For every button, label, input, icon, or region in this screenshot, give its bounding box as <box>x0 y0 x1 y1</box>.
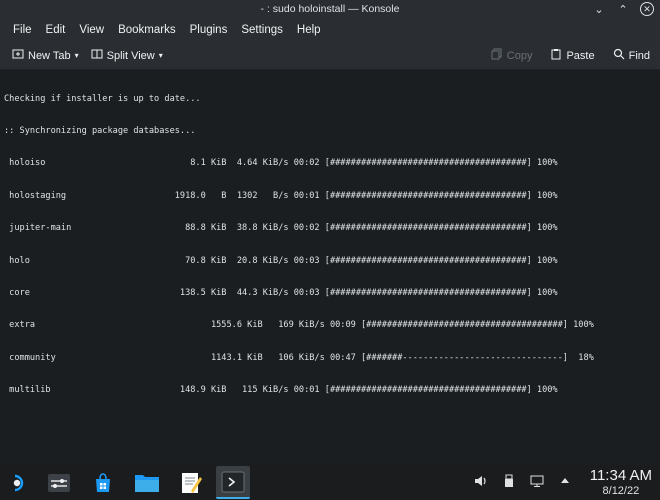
menu-plugins[interactable]: Plugins <box>183 24 235 36</box>
terminal-line: holo 70.8 KiB 20.8 KiB/s 00:03 [########… <box>4 255 558 266</box>
steam-deck-icon <box>13 474 24 491</box>
minimize-icon[interactable]: ⌄ <box>592 2 606 16</box>
window-titlebar: - : sudo holoinstall — Konsole ⌄ ⌃ ✕ <box>0 0 660 18</box>
taskbar: 11:34 AM 8/12/22 <box>0 465 660 500</box>
terminal-line: extra 1555.6 KiB 169 KiB/s 00:09 [######… <box>4 320 594 331</box>
menu-bookmarks[interactable]: Bookmarks <box>111 24 183 36</box>
new-tab-icon <box>12 48 24 63</box>
task-system-settings[interactable] <box>42 466 76 499</box>
copy-label: Copy <box>506 49 533 62</box>
clock[interactable]: 11:34 AM 8/12/22 <box>590 468 652 497</box>
paste-button[interactable]: Paste <box>544 48 600 63</box>
terminal-line: community 1143.1 KiB 106 KiB/s 00:47 [##… <box>4 352 594 363</box>
search-icon <box>613 48 625 63</box>
removable-device-icon[interactable] <box>502 474 516 491</box>
terminal-line: holostaging 1918.0 B 1302 B/s 00:01 [###… <box>4 190 558 201</box>
app-launcher-button[interactable] <box>8 473 28 493</box>
terminal-line: jupiter-main 88.8 KiB 38.8 KiB/s 00:02 [… <box>4 223 558 234</box>
system-tray: 11:34 AM 8/12/22 <box>474 468 660 497</box>
paste-icon <box>550 48 562 63</box>
chevron-up-icon[interactable] <box>558 475 572 490</box>
task-kate[interactable] <box>174 466 208 499</box>
terminal-line: multilib 148.9 KiB 115 KiB/s 00:01 [####… <box>4 385 558 396</box>
terminal-line: holoiso 8.1 KiB 4.64 KiB/s 00:02 [######… <box>4 158 558 169</box>
split-view-label: Split View <box>106 49 155 62</box>
terminal-output[interactable]: Checking if installer is up to date... :… <box>0 70 660 465</box>
terminal-icon <box>221 471 245 492</box>
menu-edit[interactable]: Edit <box>39 24 73 36</box>
discover-icon <box>96 472 110 492</box>
menu-help[interactable]: Help <box>290 24 328 36</box>
copy-icon <box>491 48 503 63</box>
maximize-icon[interactable]: ⌃ <box>616 2 630 16</box>
volume-icon[interactable] <box>474 474 488 491</box>
text-editor-icon <box>182 472 202 493</box>
folder-icon <box>135 474 159 492</box>
terminal-line: :: Synchronizing package databases... <box>4 125 196 136</box>
menu-bar: File Edit View Bookmarks Plugins Setting… <box>0 18 660 42</box>
terminal-line: core 138.5 KiB 44.3 KiB/s 00:03 [#######… <box>4 287 558 298</box>
clock-time: 11:34 AM <box>589 467 652 485</box>
menu-settings[interactable]: Settings <box>234 24 290 36</box>
window-title: - : sudo holoinstall — Konsole <box>260 3 400 15</box>
task-konsole[interactable] <box>216 466 250 499</box>
network-icon[interactable] <box>530 474 544 491</box>
split-view-icon <box>91 48 103 63</box>
window-controls: ⌄ ⌃ ✕ <box>592 2 654 16</box>
new-tab-button[interactable]: New Tab ▾ <box>6 48 85 63</box>
task-discover[interactable] <box>86 466 120 499</box>
paste-label: Paste <box>566 49 595 62</box>
clock-date: 8/12/22 <box>602 484 640 497</box>
close-icon[interactable]: ✕ <box>640 2 654 16</box>
copy-button[interactable]: Copy <box>485 48 539 63</box>
find-button[interactable]: Find <box>607 48 656 63</box>
task-dolphin[interactable] <box>130 466 164 499</box>
menu-view[interactable]: View <box>72 24 111 36</box>
chevron-down-icon: ▾ <box>158 51 163 60</box>
new-tab-label: New Tab <box>28 49 71 62</box>
toolbar: New Tab ▾ Split View ▾ Copy Paste Find <box>0 42 660 70</box>
terminal-line: Checking if installer is up to date... <box>4 93 201 104</box>
chevron-down-icon: ▾ <box>74 51 79 60</box>
settings-icon <box>48 473 70 492</box>
toolbar-right: Copy Paste Find <box>485 48 660 63</box>
find-label: Find <box>628 49 650 62</box>
split-view-button[interactable]: Split View ▾ <box>85 48 169 63</box>
menu-file[interactable]: File <box>6 24 39 36</box>
